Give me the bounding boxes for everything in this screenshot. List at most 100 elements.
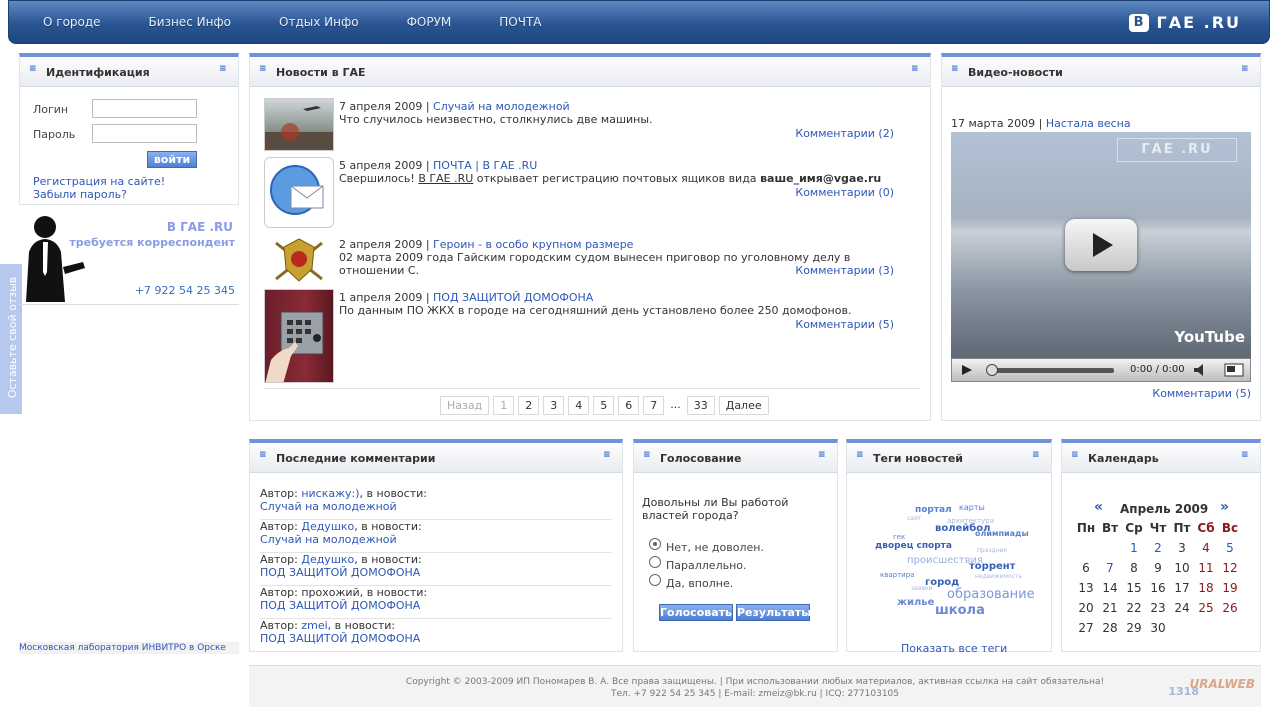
pager-page[interactable]: 6 xyxy=(618,396,640,415)
poll-option-radio[interactable] xyxy=(649,538,661,550)
news-thumbnail[interactable] xyxy=(264,157,334,228)
news-headline-link[interactable]: Случай на молодежной xyxy=(433,100,570,113)
poll-option-label[interactable]: Параллельно. xyxy=(666,559,747,572)
uralweb-logo[interactable]: URALWEB xyxy=(1190,678,1255,690)
comment-news-link[interactable]: Случай на молодежной xyxy=(260,533,397,546)
tag-link[interactable]: жилье xyxy=(897,597,934,608)
tag-link[interactable]: заявки xyxy=(911,585,933,592)
pager-page[interactable]: 3 xyxy=(543,396,565,415)
poll-option-label[interactable]: Да, вполне. xyxy=(666,577,733,590)
fullscreen-icon[interactable] xyxy=(1220,359,1248,381)
calendar-prev-month[interactable]: « xyxy=(1094,499,1103,515)
invitro-link[interactable]: Московская лаборатория ИНВИТРО в Орске xyxy=(19,642,239,654)
video-comments-link[interactable]: Комментарии (5) xyxy=(1152,387,1251,400)
tag-link[interactable]: карты xyxy=(959,503,985,512)
news-title: Новости в ГАЕ xyxy=(276,66,366,79)
play-small-icon[interactable] xyxy=(954,359,976,381)
pager-page[interactable]: 7 xyxy=(643,396,665,415)
comment-author-link[interactable]: Дедушко xyxy=(301,553,354,566)
news-date: 1 апреля 2009 | xyxy=(339,291,430,304)
password-input[interactable] xyxy=(92,124,197,143)
tag-link[interactable]: сайт xyxy=(907,515,921,522)
ad-phone: +7 922 54 25 345 xyxy=(134,284,235,297)
video-scrubber[interactable] xyxy=(986,364,998,376)
nav-item-leisure[interactable]: Отдых Инфо xyxy=(279,15,359,29)
login-input[interactable] xyxy=(92,99,197,118)
video-headline-link[interactable]: Настала весна xyxy=(1046,117,1131,130)
vote-button[interactable]: Голосовать xyxy=(659,604,733,621)
forgot-password-link[interactable]: Забыли пароль? xyxy=(33,188,127,201)
correspondent-ad-banner[interactable]: В ГАЕ .RU требуется корреспондент +7 922… xyxy=(19,212,239,305)
pager-page[interactable]: 5 xyxy=(593,396,615,415)
pager-page[interactable]: 4 xyxy=(568,396,590,415)
tag-link[interactable]: гек xyxy=(893,533,905,541)
news-thumbnail[interactable] xyxy=(264,289,334,383)
calendar-day[interactable]: 5 xyxy=(1218,541,1242,561)
login-button[interactable]: войти xyxy=(147,151,197,168)
register-link[interactable]: Регистрация на сайте! xyxy=(33,175,165,188)
news-item: 2 апреля 2009 | Героин - в особо крупном… xyxy=(264,233,894,285)
tag-link[interactable]: образование xyxy=(947,587,1035,602)
comment-author-link[interactable]: нискажу:) xyxy=(301,487,359,500)
news-thumbnail[interactable] xyxy=(264,233,334,285)
news-comments-link[interactable]: Комментарии (2) xyxy=(795,127,894,140)
tag-link[interactable]: архитектура xyxy=(947,517,994,525)
site-logo[interactable]: В ГАЕ .RU xyxy=(1128,13,1241,32)
show-all-tags-link[interactable]: Показать все теги xyxy=(901,642,1007,655)
tag-link[interactable]: недвижимость xyxy=(975,573,1022,580)
comment-news-link[interactable]: ПОД ЗАЩИТОЙ ДОМОФОНА xyxy=(260,632,420,645)
comment-news-link[interactable]: Случай на молодежной xyxy=(260,500,397,513)
poll-option-radio[interactable] xyxy=(649,574,661,586)
calendar-day[interactable]: 7 xyxy=(1098,561,1122,581)
comment-news-link[interactable]: ПОД ЗАЩИТОЙ ДОМОФОНА xyxy=(260,599,420,612)
tag-link[interactable]: школа xyxy=(935,603,985,618)
nav-item-forum[interactable]: ФОРУМ xyxy=(407,15,452,29)
news-headline-link[interactable]: ПОД ЗАЩИТОЙ ДОМОФОНА xyxy=(433,291,593,304)
comment-suffix: , в новости: xyxy=(354,553,422,566)
news-headline-link[interactable]: Героин - в особо крупном размере xyxy=(433,238,633,251)
calendar-weekday: Пт xyxy=(1173,521,1191,535)
news-headline-link[interactable]: ПОЧТА | В ГАЕ .RU xyxy=(433,159,537,172)
tag-link[interactable]: торрент xyxy=(969,561,1015,572)
calendar-day[interactable]: 2 xyxy=(1146,541,1170,561)
news-body-link[interactable]: В ГАЕ .RU xyxy=(418,172,473,185)
calendar-next-month[interactable]: » xyxy=(1220,499,1229,515)
tag-link[interactable]: портал xyxy=(915,505,952,515)
volume-icon[interactable] xyxy=(1190,359,1210,381)
calendar-weekday: Вс xyxy=(1221,521,1239,535)
comment-author-link[interactable]: zmei xyxy=(301,619,327,632)
tag-link[interactable]: квартира xyxy=(880,571,914,579)
comment-author-label: Автор: xyxy=(260,520,298,533)
news-date: 7 апреля 2009 | xyxy=(339,100,430,113)
video-player[interactable]: ГАЕ .RU YouTube xyxy=(951,132,1251,358)
news-thumbnail[interactable] xyxy=(264,98,334,151)
nav-item-city[interactable]: О городе xyxy=(43,15,101,29)
comment-entry: Автор: zmei, в новости: ПОД ЗАЩИТОЙ ДОМОФ… xyxy=(260,619,612,652)
news-comments-link[interactable]: Комментарии (5) xyxy=(795,318,894,331)
news-comments-link[interactable]: Комментарии (3) xyxy=(795,264,894,277)
pager-page[interactable]: 2 xyxy=(518,396,540,415)
tag-link[interactable]: дворец спорта xyxy=(875,541,952,551)
comment-author-link[interactable]: Дедушко xyxy=(301,520,354,533)
auth-panel: ≡ Идентификация ≡ Логин Пароль войти Рег… xyxy=(19,53,239,205)
pager-next[interactable]: Далее xyxy=(718,396,769,415)
nav-item-mail[interactable]: ПОЧТА xyxy=(499,15,541,29)
video-progress-bar[interactable] xyxy=(988,368,1114,373)
calendar-day[interactable]: 1 xyxy=(1122,541,1146,561)
calendar-day: 16 xyxy=(1150,581,1166,595)
comment-suffix: , в новости: xyxy=(327,619,396,632)
calendar-panel: ≡ Календарь ≡ « Апрель 2009 » Пн Вт Ср Чт Пт… xyxy=(1061,439,1261,652)
play-button[interactable] xyxy=(1065,219,1137,271)
poll-option-label[interactable]: Нет, не доволен. xyxy=(666,541,764,554)
calendar-day: 14 xyxy=(1102,581,1118,595)
poll-option-radio[interactable] xyxy=(649,556,661,568)
tag-link[interactable]: праздник xyxy=(977,547,1007,554)
tag-link[interactable]: олимпиады xyxy=(975,529,1029,538)
nav-item-business[interactable]: Бизнес Инфо xyxy=(149,15,231,29)
car-crash-photo xyxy=(265,106,333,150)
news-comments-link[interactable]: Комментарии (0) xyxy=(795,186,894,199)
results-button[interactable]: Результаты xyxy=(736,604,811,621)
pager-page-last[interactable]: 33 xyxy=(686,396,715,415)
comment-news-link[interactable]: ПОД ЗАЩИТОЙ ДОМОФОНА xyxy=(260,566,420,579)
calendar-weekday: Вт xyxy=(1101,521,1119,535)
